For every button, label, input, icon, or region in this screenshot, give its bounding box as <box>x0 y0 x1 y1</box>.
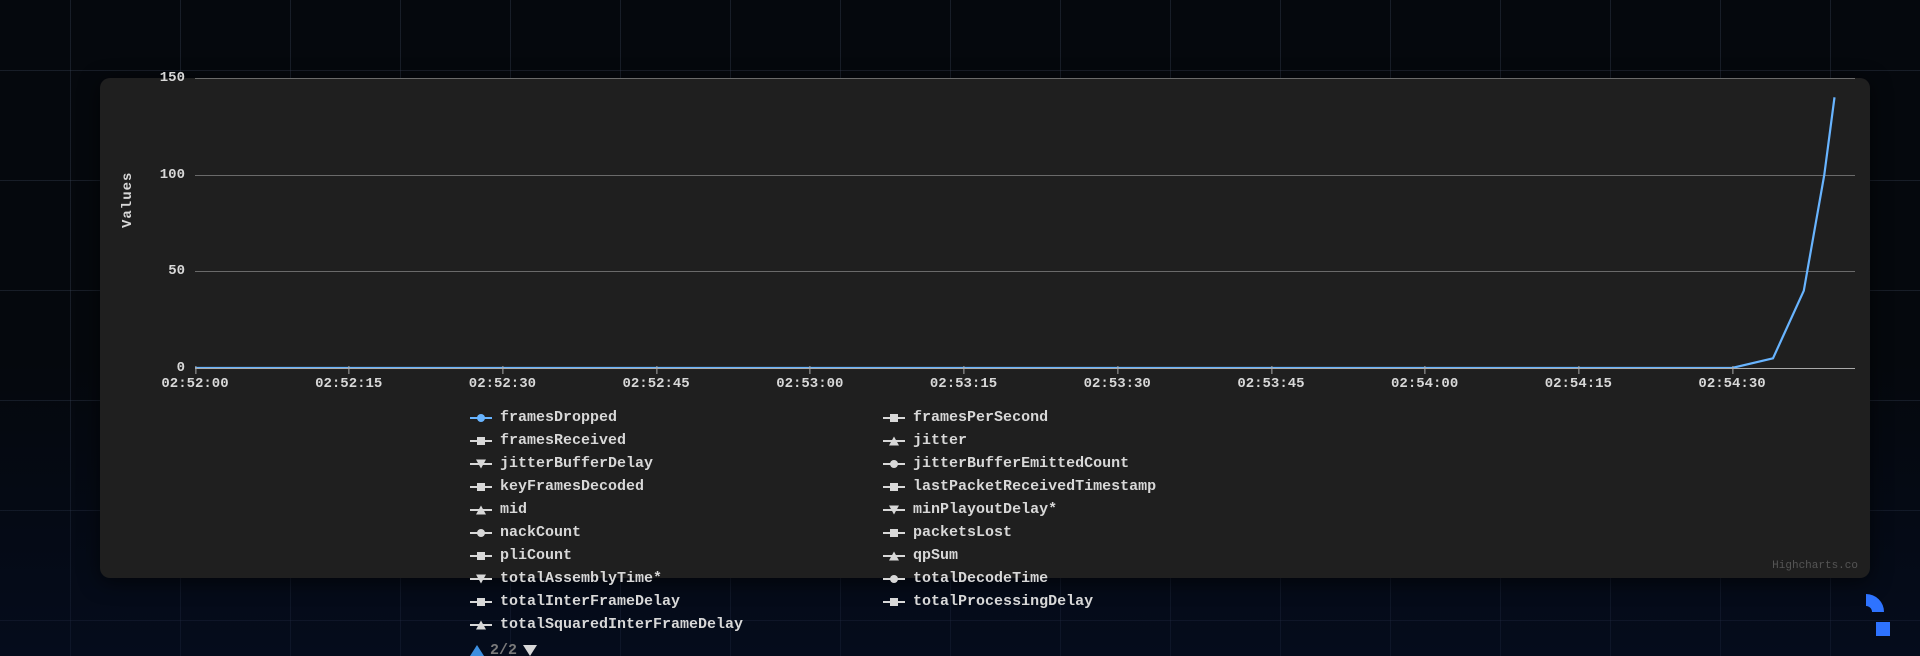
y-tick-label: 50 <box>145 264 185 278</box>
legend-item-totalAssemblyTime*[interactable]: totalAssemblyTime* <box>470 569 743 588</box>
legend-item-lastPacketReceivedTimestamp[interactable]: lastPacketReceivedTimestamp <box>883 477 1156 496</box>
legend-page-up-icon[interactable] <box>470 645 484 656</box>
series-lines <box>195 78 1855 368</box>
legend-label: packetsLost <box>913 523 1012 542</box>
legend-item-jitterBufferEmittedCount[interactable]: jitterBufferEmittedCount <box>883 454 1156 473</box>
legend-item-keyFramesDecoded[interactable]: keyFramesDecoded <box>470 477 743 496</box>
plot-area[interactable] <box>195 78 1855 368</box>
legend-label: totalProcessingDelay <box>913 592 1093 611</box>
x-tick-label: 02:52:00 <box>161 376 228 392</box>
legend-item-totalInterFrameDelay[interactable]: totalInterFrameDelay <box>470 592 743 611</box>
legend-item-framesDropped[interactable]: framesDropped <box>470 408 743 427</box>
gridline <box>195 368 1855 369</box>
legend-label: totalDecodeTime <box>913 569 1048 588</box>
legend-item-jitterBufferDelay[interactable]: jitterBufferDelay <box>470 454 743 473</box>
chart-legend: framesDropped framesReceived jitterBufferD… <box>470 408 1470 656</box>
x-tick-label: 02:52:45 <box>623 376 690 392</box>
legend-label: qpSum <box>913 546 958 565</box>
legend-label: pliCount <box>500 546 572 565</box>
brand-corner-icon[interactable] <box>1846 592 1890 636</box>
x-tick-label: 02:53:00 <box>776 376 843 392</box>
legend-item-nackCount[interactable]: nackCount <box>470 523 743 542</box>
legend-item-totalSquaredInterFrameDelay[interactable]: totalSquaredInterFrameDelay <box>470 615 743 634</box>
y-tick-label: 150 <box>145 71 185 85</box>
x-tick-label: 02:53:15 <box>930 376 997 392</box>
x-tick-label: 02:54:30 <box>1698 376 1765 392</box>
y-axis-label: Values <box>120 172 136 228</box>
legend-item-jitter[interactable]: jitter <box>883 431 1156 450</box>
chart-credit[interactable]: Highcharts.co <box>1772 560 1858 572</box>
y-axis-ticks: 050100150 <box>145 78 185 358</box>
legend-item-totalDecodeTime[interactable]: totalDecodeTime <box>883 569 1156 588</box>
legend-page-indicator: 2/2 <box>490 642 517 656</box>
x-tick-label: 02:53:45 <box>1237 376 1304 392</box>
legend-label: lastPacketReceivedTimestamp <box>913 477 1156 496</box>
legend-label: framesDropped <box>500 408 617 427</box>
legend-page-down-icon[interactable] <box>523 645 537 656</box>
legend-pager: 2/2 <box>470 642 1470 656</box>
legend-item-qpSum[interactable]: qpSum <box>883 546 1156 565</box>
x-tick-label: 02:52:30 <box>469 376 536 392</box>
legend-label: jitterBufferEmittedCount <box>913 454 1129 473</box>
legend-label: nackCount <box>500 523 581 542</box>
legend-label: minPlayoutDelay* <box>913 500 1057 519</box>
x-tick-label: 02:54:00 <box>1391 376 1458 392</box>
legend-label: keyFramesDecoded <box>500 477 644 496</box>
y-tick-label: 0 <box>145 361 185 375</box>
x-tick-label: 02:53:30 <box>1084 376 1151 392</box>
y-tick-label: 100 <box>145 168 185 182</box>
legend-item-framesPerSecond[interactable]: framesPerSecond <box>883 408 1156 427</box>
legend-item-mid[interactable]: mid <box>470 500 743 519</box>
legend-label: jitter <box>913 431 967 450</box>
legend-label: framesPerSecond <box>913 408 1048 427</box>
legend-label: jitterBufferDelay <box>500 454 653 473</box>
x-tick-label: 02:52:15 <box>315 376 382 392</box>
series-line-framesDropped <box>195 97 1835 368</box>
legend-label: totalAssemblyTime* <box>500 569 662 588</box>
legend-item-framesReceived[interactable]: framesReceived <box>470 431 743 450</box>
legend-label: mid <box>500 500 527 519</box>
chart-panel: Values 050100150 02:52:0002:52:1502:52:3… <box>100 78 1870 578</box>
legend-label: framesReceived <box>500 431 626 450</box>
legend-item-minPlayoutDelay*[interactable]: minPlayoutDelay* <box>883 500 1156 519</box>
legend-item-packetsLost[interactable]: packetsLost <box>883 523 1156 542</box>
legend-item-totalProcessingDelay[interactable]: totalProcessingDelay <box>883 592 1156 611</box>
x-tick-label: 02:54:15 <box>1545 376 1612 392</box>
legend-label: totalInterFrameDelay <box>500 592 680 611</box>
legend-label: totalSquaredInterFrameDelay <box>500 615 743 634</box>
legend-item-pliCount[interactable]: pliCount <box>470 546 743 565</box>
